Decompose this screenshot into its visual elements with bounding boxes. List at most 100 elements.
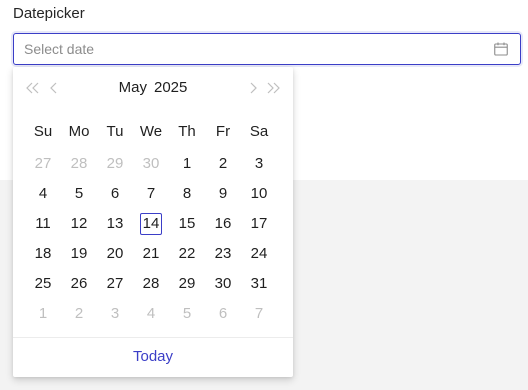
- calendar-day-number: 27: [106, 275, 124, 292]
- calendar-day-number: 28: [142, 275, 160, 292]
- calendar-week-row: 4 5 6 7 8 9 10: [25, 179, 281, 209]
- calendar-day[interactable]: 6: [97, 179, 133, 209]
- calendar-week-row: 1 2 3 4 5 6 7: [25, 299, 281, 329]
- calendar-day[interactable]: 30: [205, 269, 241, 299]
- calendar-popup: May 2025 Su Mo Tu We Th Fr Sa 27 28 29 30 1 2 3…: [13, 67, 293, 377]
- calendar-day-outside[interactable]: 30: [133, 149, 169, 179]
- weekday-header-row: Su Mo Tu We Th Fr Sa: [25, 123, 281, 143]
- calendar-day-number: 18: [34, 245, 52, 262]
- calendar-day-number: 13: [106, 215, 124, 232]
- calendar-day-number: 8: [182, 185, 192, 202]
- datepicker-input-wrapper[interactable]: [13, 33, 521, 65]
- datepicker-label: Datepicker: [13, 5, 85, 22]
- footer-divider: [13, 337, 293, 338]
- month-select[interactable]: May: [119, 79, 147, 96]
- calendar-day-today[interactable]: 14: [133, 209, 169, 239]
- calendar-day[interactable]: 10: [241, 179, 277, 209]
- calendar-day-number: 25: [34, 275, 52, 292]
- calendar-day-outside[interactable]: 28: [61, 149, 97, 179]
- calendar-day[interactable]: 26: [61, 269, 97, 299]
- today-button[interactable]: Today: [13, 348, 293, 365]
- calendar-day-number: 15: [178, 215, 196, 232]
- calendar-week-row: 25 26 27 28 29 30 31: [25, 269, 281, 299]
- calendar-day-number: 5: [182, 305, 192, 322]
- calendar-day[interactable]: 19: [61, 239, 97, 269]
- calendar-day-outside[interactable]: 3: [97, 299, 133, 329]
- chevron-right-icon[interactable]: [244, 79, 262, 97]
- year-select[interactable]: 2025: [154, 79, 187, 96]
- calendar-day[interactable]: 8: [169, 179, 205, 209]
- calendar-day-outside[interactable]: 4: [133, 299, 169, 329]
- calendar-week-row: 18 19 20 21 22 23 24: [25, 239, 281, 269]
- date-input[interactable]: [24, 34, 484, 64]
- calendar-day[interactable]: 27: [97, 269, 133, 299]
- weekday-label: Th: [178, 123, 196, 140]
- calendar-day[interactable]: 12: [61, 209, 97, 239]
- calendar-icon[interactable]: [494, 42, 508, 56]
- calendar-day-number: 7: [146, 185, 156, 202]
- calendar-day-number: 9: [218, 185, 228, 202]
- weekday-label: Sa: [249, 123, 269, 140]
- double-chevron-right-icon[interactable]: [264, 79, 282, 97]
- calendar-day-number: 28: [70, 155, 88, 172]
- calendar-day[interactable]: 5: [61, 179, 97, 209]
- calendar-day[interactable]: 31: [241, 269, 277, 299]
- calendar-day[interactable]: 2: [205, 149, 241, 179]
- calendar-day-number: 22: [178, 245, 196, 262]
- calendar-day-number: 3: [254, 155, 264, 172]
- calendar-day[interactable]: 17: [241, 209, 277, 239]
- calendar-day-number: 14: [140, 213, 162, 235]
- calendar-day-number: 26: [70, 275, 88, 292]
- calendar-day-number: 16: [214, 215, 232, 232]
- calendar-day[interactable]: 29: [169, 269, 205, 299]
- calendar-day-outside[interactable]: 1: [25, 299, 61, 329]
- calendar-day-number: 1: [38, 305, 48, 322]
- calendar-day[interactable]: 23: [205, 239, 241, 269]
- calendar-day[interactable]: 25: [25, 269, 61, 299]
- calendar-day[interactable]: 13: [97, 209, 133, 239]
- chevron-left-icon[interactable]: [45, 79, 63, 97]
- calendar-day-number: 10: [250, 185, 268, 202]
- calendar-day-outside[interactable]: 7: [241, 299, 277, 329]
- calendar-week-row: 11 12 13 14 15 16 17: [25, 209, 281, 239]
- calendar-day-number: 29: [106, 155, 124, 172]
- calendar-day-number: 1: [182, 155, 192, 172]
- calendar-day[interactable]: 24: [241, 239, 277, 269]
- calendar-week-row: 27 28 29 30 1 2 3: [25, 149, 281, 179]
- double-chevron-left-icon[interactable]: [24, 79, 42, 97]
- calendar-day-outside[interactable]: 6: [205, 299, 241, 329]
- calendar-day[interactable]: 20: [97, 239, 133, 269]
- calendar-day-number: 12: [70, 215, 88, 232]
- calendar-day[interactable]: 7: [133, 179, 169, 209]
- calendar-day[interactable]: 21: [133, 239, 169, 269]
- calendar-day[interactable]: 1: [169, 149, 205, 179]
- calendar-day[interactable]: 16: [205, 209, 241, 239]
- calendar-day-number: 23: [214, 245, 232, 262]
- calendar-day-outside[interactable]: 5: [169, 299, 205, 329]
- calendar-day-outside[interactable]: 27: [25, 149, 61, 179]
- calendar-day-number: 6: [218, 305, 228, 322]
- calendar-day-outside[interactable]: 2: [61, 299, 97, 329]
- calendar-day[interactable]: 15: [169, 209, 205, 239]
- calendar-day[interactable]: 11: [25, 209, 61, 239]
- calendar-day-number: 24: [250, 245, 268, 262]
- calendar-day[interactable]: 22: [169, 239, 205, 269]
- calendar-day-number: 3: [110, 305, 120, 322]
- calendar-day-number: 4: [38, 185, 48, 202]
- calendar-day-number: 21: [142, 245, 160, 262]
- calendar-day-number: 31: [250, 275, 268, 292]
- calendar-day-number: 4: [146, 305, 156, 322]
- calendar-day-outside[interactable]: 29: [97, 149, 133, 179]
- calendar-day-number: 2: [74, 305, 84, 322]
- calendar-day-number: 11: [35, 215, 51, 232]
- calendar-day-number: 20: [106, 245, 124, 262]
- weekday-label: Su: [33, 123, 53, 140]
- calendar-day[interactable]: 28: [133, 269, 169, 299]
- calendar-day[interactable]: 4: [25, 179, 61, 209]
- calendar-day-number: 7: [254, 305, 264, 322]
- calendar-day[interactable]: 18: [25, 239, 61, 269]
- weekday-label: Tu: [106, 123, 124, 140]
- calendar-day[interactable]: 3: [241, 149, 277, 179]
- calendar-day[interactable]: 9: [205, 179, 241, 209]
- calendar-day-number: 30: [214, 275, 232, 292]
